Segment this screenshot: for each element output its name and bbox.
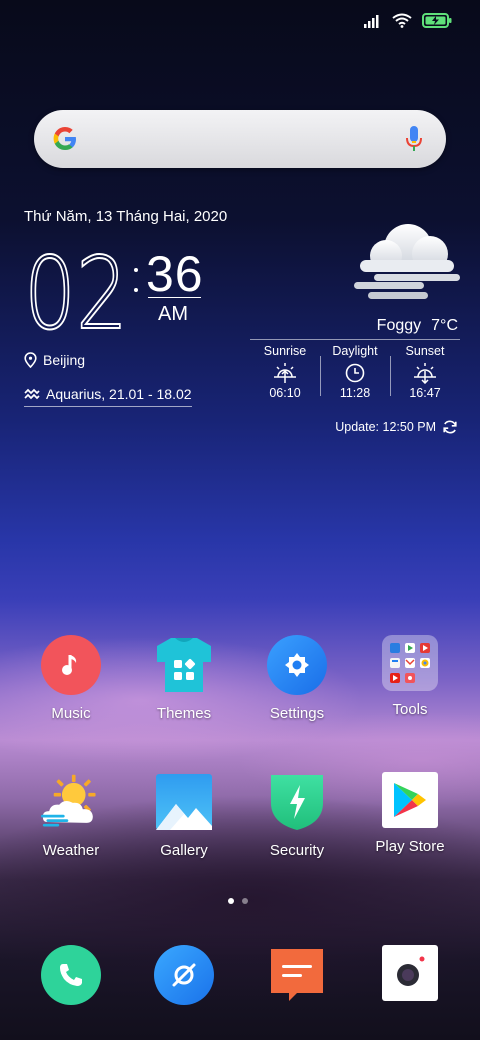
svg-text:02: 02 (24, 246, 128, 336)
app-security[interactable]: Security (242, 772, 352, 859)
app-settings[interactable]: Settings (242, 635, 352, 722)
dock-phone[interactable] (16, 945, 126, 1005)
sunset-icon (414, 363, 436, 384)
app-label: Play Store (375, 838, 445, 855)
camera-icon (382, 945, 438, 1001)
page-dot-active[interactable] (228, 898, 234, 904)
microphone-icon[interactable] (404, 124, 424, 154)
gallery-icon (154, 772, 214, 832)
tools-folder-icon (382, 635, 438, 691)
status-icons (364, 13, 452, 28)
sunrise-column: Sunrise 06:10 (250, 344, 320, 410)
location-pin-icon (24, 352, 37, 368)
security-shield-icon (267, 772, 327, 832)
google-search-bar[interactable] (34, 110, 446, 168)
temperature: 7°C (431, 317, 458, 334)
weather-divider (250, 339, 460, 340)
weather-update[interactable]: Update: 12:50 PM (335, 419, 458, 435)
play-store-icon (382, 772, 438, 828)
app-label: Gallery (160, 842, 208, 859)
signal-bars-icon (364, 14, 379, 28)
weather-widget[interactable]: Foggy 7°C Sunrise 06:10 Daylight 11:28 S… (250, 222, 460, 442)
sunrise-icon (274, 363, 296, 383)
foggy-cloud-icon (354, 224, 460, 299)
update-label: Update: 12:50 PM (335, 420, 436, 434)
sunset-column: Sunset 16:47 (390, 344, 460, 410)
location-label: Beijing (43, 352, 86, 368)
sunset-time: 16:47 (409, 386, 441, 400)
app-tools-folder[interactable]: Tools (355, 635, 465, 718)
dock-browser[interactable] (129, 945, 239, 1005)
app-label: Security (269, 842, 325, 859)
dock-messages[interactable] (242, 945, 352, 1005)
clock-colon (134, 268, 138, 292)
sunrise-label: Sunrise (263, 344, 307, 358)
app-label: Tools (392, 701, 428, 718)
clock-minutes: 36 (146, 246, 204, 302)
app-play-store[interactable]: Play Store (355, 772, 465, 855)
zodiac-label: Aquarius, 21.01 - 18.02 (46, 386, 192, 402)
daylight-time: 11:28 (339, 386, 371, 400)
sun-info: Sunrise 06:10 Daylight 11:28 Sunset 16:4… (250, 344, 460, 410)
wifi-icon (392, 13, 412, 28)
location[interactable]: Beijing (24, 352, 85, 368)
browser-icon (154, 945, 214, 1005)
phone-icon (41, 945, 101, 1005)
sunset-label: Sunset (405, 344, 445, 358)
messages-icon (267, 945, 327, 1005)
minutes-underline (148, 297, 201, 298)
clock-ampm: AM (158, 303, 188, 325)
app-themes[interactable]: Themes (129, 635, 239, 722)
app-label: Settings (269, 705, 325, 722)
date-text: Thứ Năm, 13 Tháng Hai, 2020 (24, 208, 228, 225)
app-music[interactable]: Music (16, 635, 126, 722)
app-gallery[interactable]: Gallery (129, 772, 239, 859)
daylight-label: Daylight (332, 344, 378, 358)
sunrise-time: 06:10 (269, 386, 301, 400)
dock-camera[interactable] (355, 945, 465, 1001)
settings-icon (267, 635, 327, 695)
app-label: Weather (42, 842, 100, 859)
themes-icon (154, 635, 214, 695)
app-weather[interactable]: Weather (16, 772, 126, 859)
clock-widget[interactable]: Thứ Năm, 13 Tháng Hai, 2020 02 36 AM Bei… (24, 208, 228, 408)
status-bar (0, 0, 480, 44)
aquarius-icon (24, 388, 40, 400)
music-icon (41, 635, 101, 695)
page-dot[interactable] (242, 898, 248, 904)
clock-icon (345, 363, 365, 383)
app-label: Themes (156, 705, 212, 722)
condition-label: Foggy (376, 317, 422, 334)
refresh-icon[interactable] (442, 419, 458, 435)
battery-charging-icon (422, 13, 452, 28)
app-label: Music (51, 705, 91, 722)
clock-hours: 02 (24, 246, 129, 336)
weather-condition: Foggy 7°C (377, 317, 458, 335)
weather-sun-cloud-icon (41, 772, 101, 832)
google-logo-icon (53, 127, 76, 150)
page-indicator (228, 898, 248, 904)
daylight-column: Daylight 11:28 (320, 344, 390, 410)
zodiac[interactable]: Aquarius, 21.01 - 18.02 (24, 386, 192, 407)
